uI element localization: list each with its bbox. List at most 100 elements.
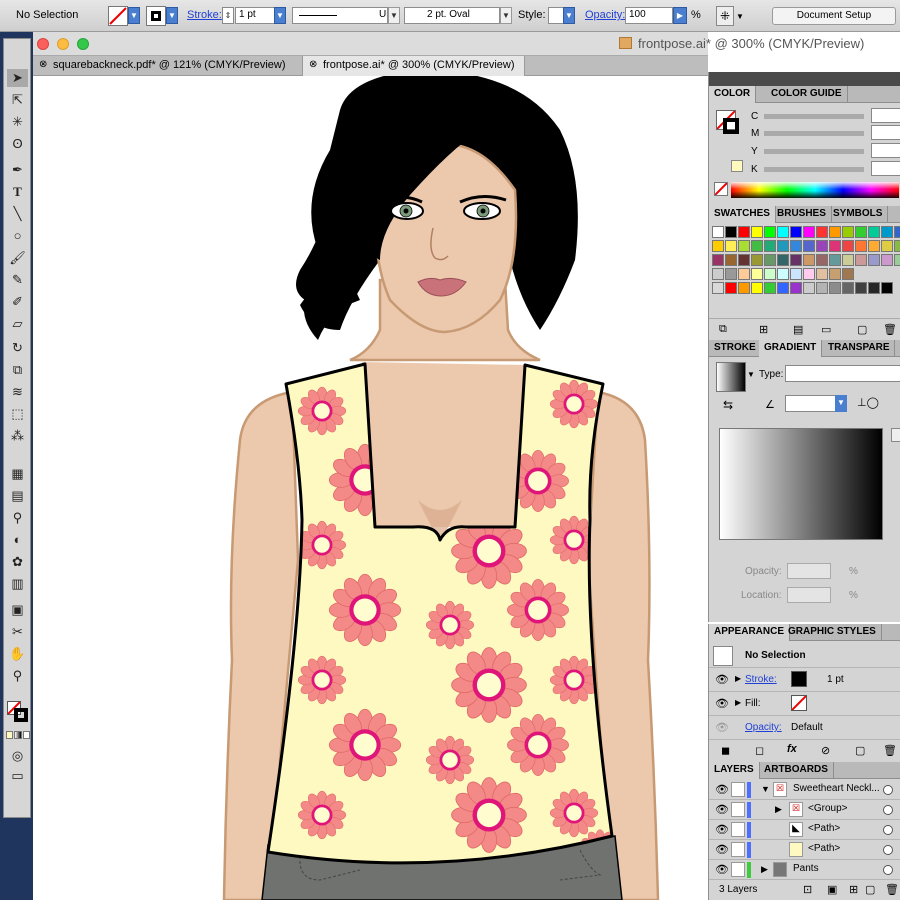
opacity-label[interactable]: Opacity: — [585, 9, 625, 21]
swatch[interactable] — [777, 268, 789, 280]
expand-arrow-icon[interactable]: ▶ — [775, 804, 782, 815]
expand-arrow-icon[interactable]: ▶ — [761, 864, 768, 875]
style-dropdown[interactable]: ▼ — [563, 7, 575, 24]
appearance-fill-row[interactable]: 👁 ▶ Fill: — [709, 692, 900, 716]
brush-select[interactable]: 2 pt. Oval — [404, 7, 500, 24]
swatch[interactable] — [855, 282, 867, 294]
appearance-stroke-swatch[interactable] — [791, 671, 807, 687]
profile-select[interactable]: Uniform — [292, 7, 388, 24]
free-transform-icon[interactable]: ⬚ — [7, 405, 28, 423]
tab-color[interactable]: COLOR — [709, 86, 757, 103]
layer-name[interactable]: Pants — [793, 863, 819, 874]
warp-icon[interactable]: ≋ — [7, 383, 28, 401]
brush-dropdown[interactable]: ▼ — [500, 7, 512, 24]
swatch[interactable] — [881, 240, 893, 252]
selection-icon[interactable]: ➤ — [7, 69, 28, 87]
collapse-arrow-icon[interactable]: ▼ — [761, 784, 770, 794]
reverse-gradient-icon[interactable]: ⇆ — [723, 398, 733, 412]
swatch[interactable] — [764, 254, 776, 266]
visibility-eye-icon[interactable]: 👁 — [715, 721, 729, 734]
fill-stroke-indicator[interactable] — [7, 701, 29, 723]
stop-opacity-input[interactable] — [787, 563, 831, 579]
angle-dropdown[interactable]: ▼ — [835, 395, 847, 412]
none-color-icon[interactable] — [714, 182, 728, 196]
document-setup-button[interactable]: Document Setup — [772, 7, 896, 25]
swatch[interactable] — [712, 226, 724, 238]
gradient-icon[interactable]: ▤ — [7, 487, 28, 505]
lock-toggle[interactable] — [731, 822, 745, 837]
layer-name[interactable]: <Group> — [808, 803, 847, 814]
swatch[interactable] — [842, 226, 854, 238]
swatch[interactable] — [712, 282, 724, 294]
stroke-swatch[interactable] — [146, 6, 166, 26]
swatch[interactable] — [751, 254, 763, 266]
rotate-icon[interactable]: ↻ — [7, 339, 28, 357]
channel-k-input[interactable] — [871, 161, 900, 176]
channel-y-slider[interactable] — [764, 149, 864, 154]
swatch[interactable] — [829, 226, 841, 238]
swatch[interactable] — [881, 254, 893, 266]
close-window-button[interactable] — [37, 38, 49, 50]
appearance-fill-none-icon[interactable] — [791, 695, 807, 711]
layer-row[interactable]: 👁 ▶ ☒ <Group> — [709, 800, 900, 820]
tab-layers[interactable]: LAYERS — [709, 762, 760, 779]
appearance-stroke-label[interactable]: Stroke: — [745, 674, 777, 685]
tab-stroke[interactable]: STROKE — [709, 340, 762, 357]
last-color-icon[interactable] — [731, 160, 743, 172]
visibility-eye-icon[interactable]: 👁 — [715, 783, 729, 796]
swatch[interactable] — [751, 240, 763, 252]
layer-row[interactable]: 👁 <Path> — [709, 840, 900, 860]
draw-mode-icon[interactable]: ◎ — [7, 747, 28, 765]
stroke-dropdown[interactable]: ▼ — [166, 7, 178, 24]
swatch[interactable] — [738, 254, 750, 266]
swatch-options-icon[interactable]: ▤ — [793, 323, 803, 336]
swatch[interactable] — [868, 226, 880, 238]
appearance-stroke-row[interactable]: 👁 ▶ Stroke: 1 pt — [709, 668, 900, 692]
swatch[interactable] — [829, 268, 841, 280]
swatch[interactable] — [790, 254, 802, 266]
swatch[interactable] — [751, 282, 763, 294]
lasso-icon[interactable]: ʘ — [7, 135, 28, 153]
swatch[interactable] — [777, 226, 789, 238]
target-icon[interactable] — [883, 865, 893, 875]
tab-gradient[interactable]: GRADIENT — [759, 340, 823, 357]
minimize-window-button[interactable] — [57, 38, 69, 50]
new-swatch-icon[interactable]: ▢ — [857, 323, 867, 336]
lock-toggle[interactable] — [731, 782, 745, 797]
swatch[interactable] — [777, 254, 789, 266]
swatch[interactable] — [725, 254, 737, 266]
layer-name[interactable]: <Path> — [808, 823, 840, 834]
swatch[interactable] — [894, 254, 900, 266]
new-layer-icon[interactable]: ▢ — [865, 883, 875, 896]
gradient-options-icon[interactable] — [891, 428, 900, 442]
swatch[interactable] — [855, 254, 867, 266]
tab-brushes[interactable]: BRUSHES — [772, 206, 832, 223]
channel-c-slider[interactable] — [764, 114, 864, 119]
tab-symbols[interactable]: SYMBOLS — [828, 206, 889, 223]
swatch[interactable] — [751, 268, 763, 280]
lock-toggle[interactable] — [731, 802, 745, 817]
screen-mode-icon[interactable]: ▭ — [7, 767, 28, 785]
lock-toggle[interactable] — [731, 842, 745, 857]
swatch[interactable] — [738, 240, 750, 252]
swatch[interactable] — [868, 282, 880, 294]
gradient-preview[interactable] — [716, 362, 746, 392]
magic-wand-icon[interactable]: ✳ — [7, 113, 28, 131]
color-mode-buttons[interactable] — [6, 731, 30, 739]
swatch[interactable] — [816, 254, 828, 266]
gradient-type-select[interactable] — [785, 365, 900, 382]
type-icon[interactable]: T — [7, 183, 28, 201]
fill-dropdown[interactable]: ▼ — [128, 7, 140, 24]
swatch[interactable] — [777, 240, 789, 252]
swatch[interactable] — [764, 268, 776, 280]
swatch[interactable] — [712, 240, 724, 252]
swatch[interactable] — [725, 240, 737, 252]
show-kinds-icon[interactable]: ⊞ — [759, 323, 768, 336]
tab-appearance[interactable]: APPEARANCE — [709, 624, 791, 641]
swatch[interactable] — [816, 268, 828, 280]
swatch[interactable] — [764, 226, 776, 238]
paintbrush-icon[interactable]: 🖌 — [7, 249, 28, 267]
lock-toggle[interactable] — [731, 862, 745, 877]
swatch[interactable] — [803, 282, 815, 294]
appearance-opacity-label[interactable]: Opacity: — [745, 722, 782, 733]
